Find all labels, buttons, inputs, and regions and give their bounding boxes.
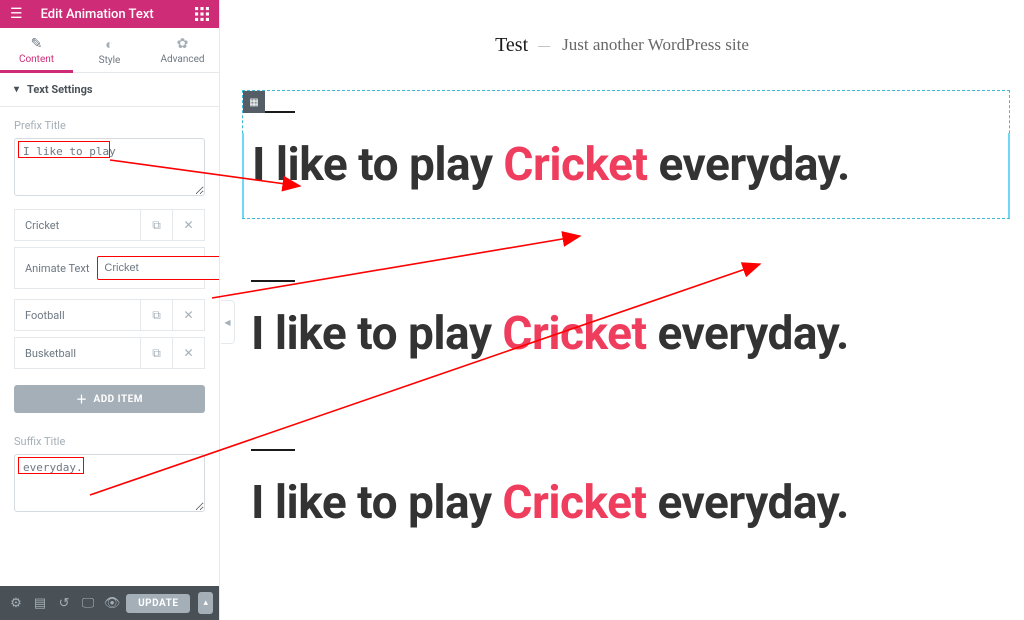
add-item-label: ADD ITEM: [93, 394, 143, 405]
animation-text-widget[interactable]: I like to play Cricket everyday.: [243, 302, 1009, 387]
style-icon: ◐: [73, 36, 146, 53]
animated-word: Cricket: [502, 307, 646, 361]
panel-footer: ⚙ ▤ ↺ 🖵 👁 UPDATE ▴: [0, 586, 219, 620]
section-handle-icon[interactable]: ▦: [243, 91, 265, 113]
tab-content-label: Content: [19, 54, 54, 65]
section-2[interactable]: I like to play Cricket everyday.: [242, 259, 1010, 388]
navigator-icon[interactable]: ▤: [30, 596, 50, 611]
update-options-button[interactable]: ▴: [198, 592, 213, 614]
collapse-sidebar-button[interactable]: ◀: [221, 300, 235, 344]
panel-title: Edit Animation Text: [41, 7, 154, 22]
animate-text-input[interactable]: [97, 256, 219, 280]
animation-text-widget[interactable]: I like to play Cricket everyday.: [242, 133, 1010, 218]
suffix-text: everyday.: [647, 307, 849, 361]
repeater-item-label: Football: [15, 309, 140, 322]
section-title: Text Settings: [27, 83, 92, 96]
field-suffix-title: Suffix Title everyday.: [0, 423, 219, 517]
tab-style-label: Style: [99, 55, 121, 66]
widgets-icon[interactable]: [195, 6, 209, 22]
prefix-textarea[interactable]: I like to play: [14, 138, 205, 196]
add-item-button[interactable]: ＋ ADD ITEM: [14, 385, 205, 413]
repeater-item-busketball[interactable]: Busketball ⧉ ✕: [14, 337, 205, 369]
repeater-item-open: Animate Text: [14, 247, 205, 289]
gear-icon: ✿: [146, 36, 219, 52]
duplicate-icon[interactable]: ⧉: [140, 209, 172, 241]
menu-icon[interactable]: ☰: [10, 6, 23, 22]
prefix-text: I like to play: [252, 138, 503, 192]
animated-word: Cricket: [503, 138, 647, 192]
preview-icon[interactable]: 👁: [102, 596, 122, 611]
site-title: Test: [495, 34, 528, 57]
pencil-icon: ✎: [0, 36, 73, 52]
history-icon[interactable]: ↺: [54, 596, 74, 611]
prefix-text: I like to play: [251, 476, 502, 530]
animation-text-widget[interactable]: I like to play Cricket everyday.: [243, 471, 1009, 556]
field-prefix-title: Prefix Title I like to play: [0, 107, 219, 201]
section-1[interactable]: ▦ I like to play Cricket everyday.: [242, 90, 1010, 219]
settings-icon[interactable]: ⚙: [6, 596, 26, 611]
panel-header: ☰ Edit Animation Text: [0, 0, 219, 28]
suffix-textarea[interactable]: everyday.: [14, 454, 205, 512]
site-tagline: Just another WordPress site: [562, 35, 749, 55]
section-text-settings[interactable]: ▾ Text Settings: [0, 73, 219, 107]
suffix-label: Suffix Title: [14, 435, 205, 448]
animate-text-repeater: Cricket ⧉ ✕ Animate Text Football ⧉ ✕ Bu…: [0, 201, 219, 413]
repeater-item-cricket[interactable]: Cricket ⧉ ✕: [14, 209, 205, 241]
tab-style[interactable]: ◐ Style: [73, 28, 146, 72]
prefix-text: I like to play: [251, 307, 502, 361]
section-3[interactable]: I like to play Cricket everyday.: [242, 428, 1010, 557]
editor-sidebar: ☰ Edit Animation Text ✎ Content ◐ Style …: [0, 0, 220, 620]
caret-down-icon: ▾: [14, 84, 19, 95]
update-button[interactable]: UPDATE: [126, 594, 190, 613]
suffix-text: everyday.: [648, 138, 850, 192]
tab-advanced[interactable]: ✿ Advanced: [146, 28, 219, 72]
close-icon[interactable]: ✕: [172, 337, 204, 369]
duplicate-icon[interactable]: ⧉: [140, 299, 172, 331]
separator: —: [538, 38, 552, 53]
divider: [251, 280, 295, 282]
close-icon[interactable]: ✕: [172, 209, 204, 241]
panel-tabs: ✎ Content ◐ Style ✿ Advanced: [0, 28, 219, 73]
suffix-text: everyday.: [647, 476, 849, 530]
site-header: Test — Just another WordPress site: [220, 0, 1024, 90]
repeater-item-label: Cricket: [15, 219, 140, 232]
animated-word: Cricket: [502, 476, 646, 530]
preview-pane: Test — Just another WordPress site ▦ I l…: [220, 0, 1024, 620]
animate-text-label: Animate Text: [25, 262, 89, 275]
plus-icon: ＋: [76, 391, 88, 407]
prefix-label: Prefix Title: [14, 119, 205, 132]
tab-advanced-label: Advanced: [160, 54, 204, 65]
panel-body: ▾ Text Settings Prefix Title I like to p…: [0, 73, 219, 620]
duplicate-icon[interactable]: ⧉: [140, 337, 172, 369]
responsive-icon[interactable]: 🖵: [78, 596, 98, 611]
tab-content[interactable]: ✎ Content: [0, 28, 73, 72]
editor-canvas: ▦ I like to play Cricket everyday. I lik…: [220, 90, 1024, 557]
repeater-item-football[interactable]: Football ⧉ ✕: [14, 299, 205, 331]
repeater-item-label: Busketball: [15, 347, 140, 360]
close-icon[interactable]: ✕: [172, 299, 204, 331]
divider: [251, 449, 295, 451]
